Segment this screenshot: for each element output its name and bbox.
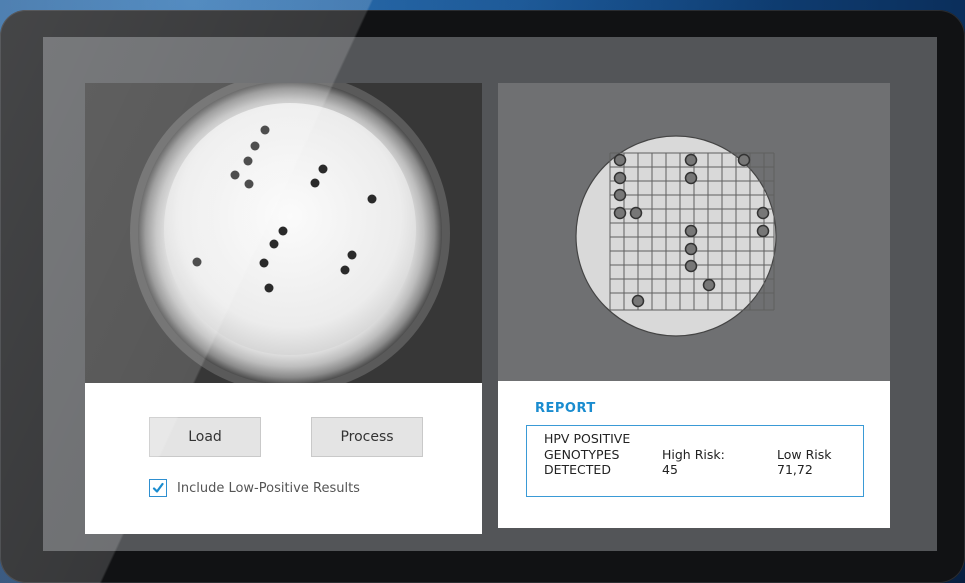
report-line-1: HPV POSITIVE <box>544 431 631 446</box>
analyzed-grid-image <box>498 83 890 381</box>
checkmark-icon <box>152 482 164 493</box>
report-box: HPV POSITIVE GENOTYPES DETECTED High Ris… <box>526 425 864 497</box>
low-risk-value: 71,72 <box>777 462 813 477</box>
include-low-positive-label: Include Low-Positive Results <box>177 480 360 496</box>
process-button[interactable]: Process <box>311 417 423 457</box>
high-risk-label: High Risk: <box>662 447 725 462</box>
low-risk-label: Low Risk <box>777 447 832 462</box>
sample-panel: Load Process Include Low-Positive Result… <box>85 83 482 534</box>
petri-dish-image <box>85 83 482 383</box>
report-line-2: GENOTYPES <box>544 447 620 462</box>
report-panel: REPORT HPV POSITIVE GENOTYPES DETECTED H… <box>498 83 890 528</box>
high-risk-value: 45 <box>662 462 678 477</box>
include-low-positive-checkbox[interactable] <box>149 479 167 497</box>
load-button[interactable]: Load <box>149 417 261 457</box>
include-low-positive-option[interactable]: Include Low-Positive Results <box>149 479 360 497</box>
report-title: REPORT <box>535 401 596 416</box>
report-line-3: DETECTED <box>544 462 611 477</box>
